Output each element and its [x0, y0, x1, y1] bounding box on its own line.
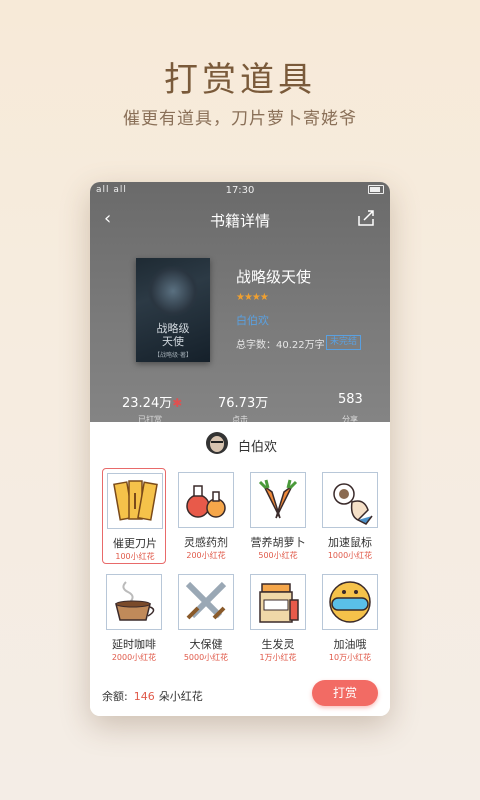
reward-item-swords[interactable]: 大保健 5000小红花 — [174, 570, 238, 666]
reward-sheet: 白伯欢 催更刀片 100小红花 灵感药剂 200小红花 营养胡萝卜 500小红花… — [90, 422, 390, 716]
reward-item-carrot[interactable]: 营养胡萝卜 500小红花 — [246, 468, 310, 564]
coffee-icon — [106, 574, 162, 630]
reward-item-price: 200小红花 — [186, 551, 226, 560]
book-cover[interactable]: 战略级 天使 【战略级·著】 — [136, 258, 210, 362]
cheer-icon — [322, 574, 378, 630]
stat-reward: 23.24万✱ — [122, 392, 182, 411]
rating-stars: ★★★★ — [236, 292, 269, 303]
reward-item-price: 5000小红花 — [183, 653, 229, 662]
phone-screen: all all 17:30 ‹ 书籍详情 战略级 天使 【战略级·著】 战略级天… — [90, 182, 390, 716]
stat-shares: 583 — [338, 392, 363, 407]
hero-title: 打赏道具 — [164, 60, 316, 100]
reward-item-name: 生发灵 — [261, 638, 295, 651]
reward-button[interactable]: 打赏 — [312, 680, 378, 706]
reward-item-coffee[interactable]: 延时咖啡 2000小红花 — [102, 570, 166, 666]
balance-label: 余额: — [102, 690, 128, 703]
cover-subtitle: 【战略级·著】 — [154, 352, 192, 359]
mouse-icon — [322, 472, 378, 528]
reward-item-price: 500小红花 — [258, 551, 298, 560]
reward-item-cheer[interactable]: 加油哦 10万小红花 — [318, 570, 382, 666]
reward-item-potion[interactable]: 灵感药剂 200小红花 — [174, 468, 238, 564]
balance: 余额: 146 朵小红花 — [102, 688, 203, 704]
reward-item-price: 1万小红花 — [259, 653, 297, 662]
reward-item-blade[interactable]: 催更刀片 100小红花 — [102, 468, 166, 564]
reward-item-name: 加速鼠标 — [328, 536, 372, 549]
reward-item-price: 10万小红花 — [328, 653, 372, 662]
reward-item-name: 加油哦 — [333, 638, 367, 651]
reward-item-name: 营养胡萝卜 — [250, 536, 306, 549]
hair-tonic-icon — [250, 574, 306, 630]
reward-item-name: 灵感药剂 — [184, 536, 228, 549]
balance-unit: 朵小红花 — [158, 690, 203, 703]
author-link[interactable]: 白伯欢 — [236, 312, 269, 328]
stat-clicks: 76.73万 — [218, 396, 269, 411]
page-title: 书籍详情 — [209, 212, 270, 230]
reward-item-name: 催更刀片 — [113, 537, 157, 550]
reward-item-price: 100小红花 — [115, 552, 155, 561]
word-count: 总字数：40.22万字 — [236, 340, 325, 351]
reward-item-name: 大保健 — [189, 638, 223, 651]
battery-icon — [368, 185, 384, 195]
avatar — [206, 432, 228, 454]
cover-title: 战略级 天使 — [156, 322, 190, 348]
reward-item-mouse[interactable]: 加速鼠标 1000小红花 — [318, 468, 382, 564]
author-name: 白伯欢 — [238, 440, 278, 455]
balance-value: 146 — [133, 690, 155, 703]
book-detail-header: all all 17:30 ‹ 书籍详情 战略级 天使 【战略级·著】 战略级天… — [90, 182, 390, 424]
flower-icon: ✱ — [172, 396, 183, 410]
blade-icon — [107, 473, 163, 529]
reward-item-hair-tonic[interactable]: 生发灵 1万小红花 — [246, 570, 310, 666]
status-time: 17:30 — [225, 185, 255, 196]
share-icon[interactable] — [356, 208, 376, 228]
nav-bar: ‹ 书籍详情 — [90, 208, 390, 232]
reward-item-name: 延时咖啡 — [112, 638, 156, 651]
swords-icon — [178, 574, 234, 630]
reward-item-price: 2000小红花 — [111, 653, 157, 662]
stat-reward-value: 23.24万 — [122, 396, 173, 411]
status-badge: 未完结 — [326, 335, 362, 350]
carrot-icon — [250, 472, 306, 528]
status-bar: all all 17:30 — [90, 182, 390, 200]
book-title: 战略级天使 — [236, 268, 312, 286]
hero-subtitle: 催更有道具，刀片萝卜寄姥爷 — [123, 109, 357, 129]
reward-item-price: 1000小红花 — [327, 551, 373, 560]
potion-icon — [178, 472, 234, 528]
